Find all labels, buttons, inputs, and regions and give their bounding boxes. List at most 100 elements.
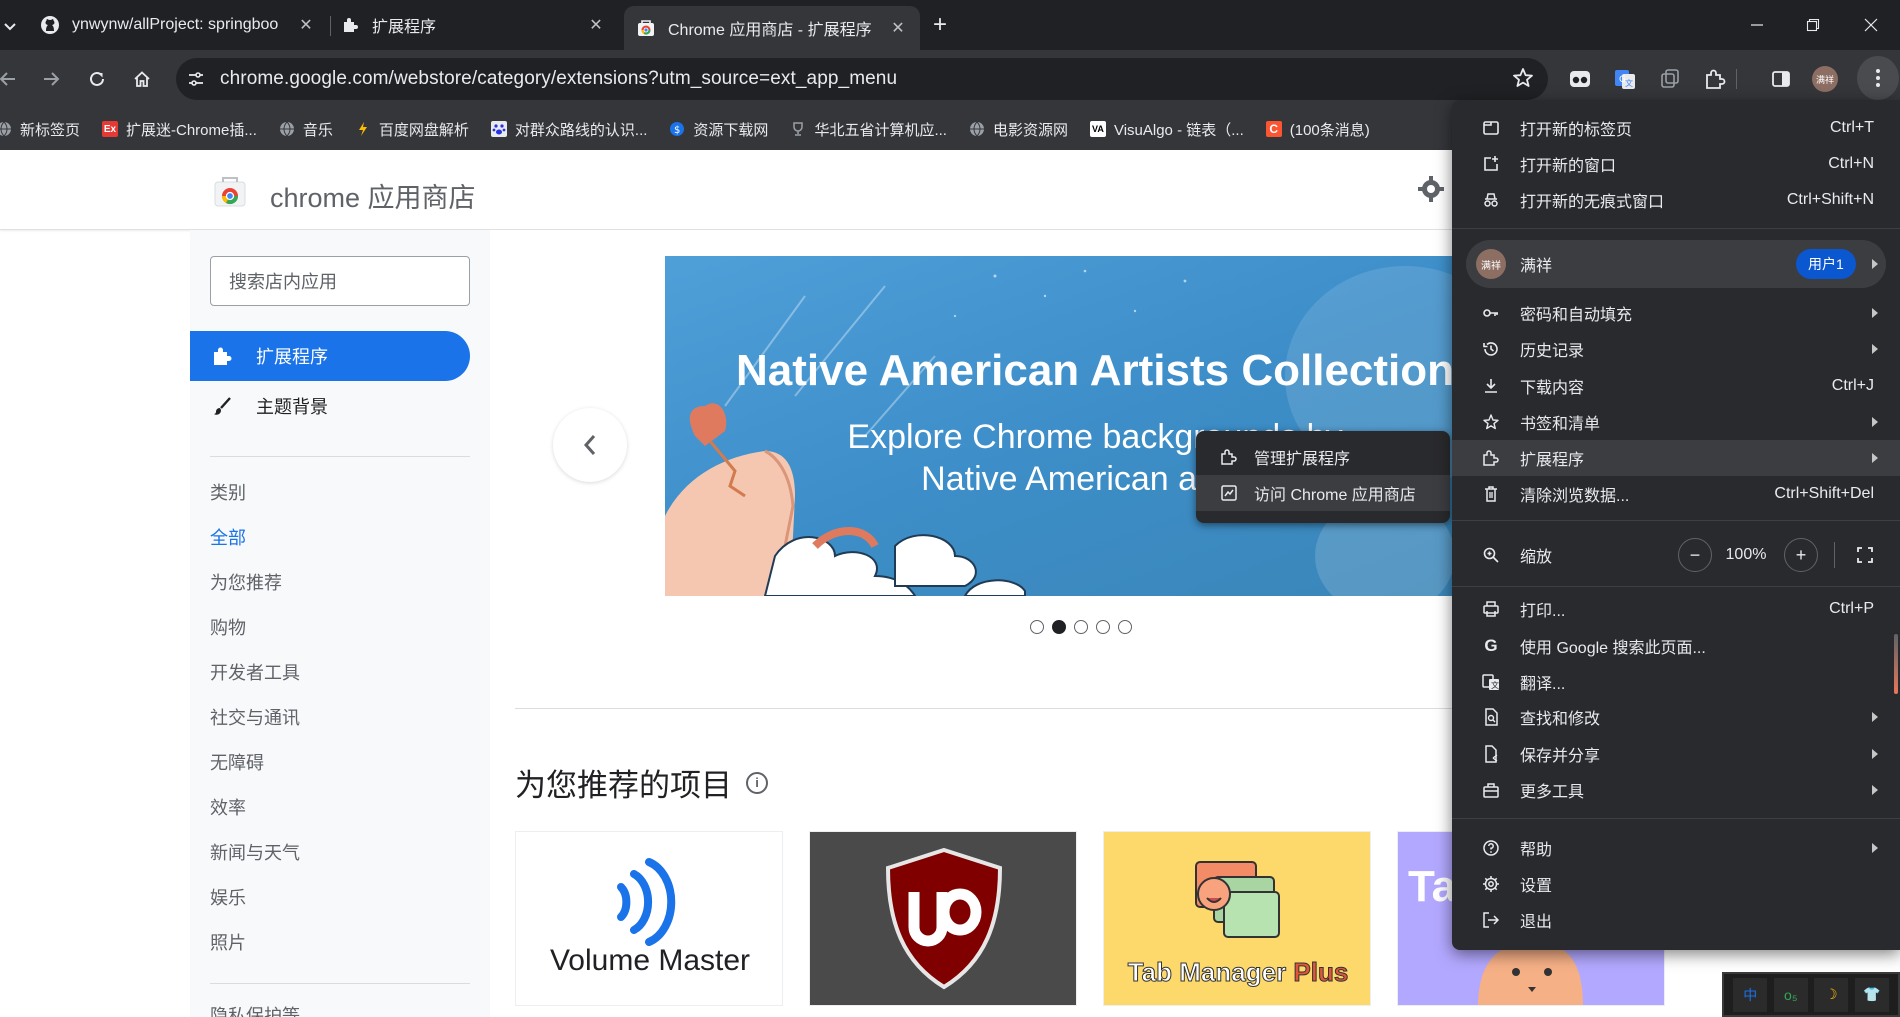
bookmark-star-icon[interactable] [1512,67,1534,94]
manage-extensions-item[interactable]: 管理扩展程序 [1196,439,1450,475]
bookmark-item[interactable]: 音乐 [279,119,333,140]
menu-new-window[interactable]: 打开新的窗口 Ctrl+N [1452,146,1900,182]
fullscreen-button[interactable] [1848,538,1882,572]
visit-webstore-item[interactable]: 访问 Chrome 应用商店 [1196,475,1450,511]
ime-mode-button[interactable]: 中 [1733,977,1768,1012]
minimize-button[interactable] [1728,0,1786,50]
site-info-icon[interactable] [180,63,212,95]
home-button[interactable] [126,63,158,95]
category-productivity[interactable]: 效率 [210,794,246,820]
extension-glasses-icon[interactable] [1565,64,1595,94]
store-search-input[interactable]: 搜索店内应用 [210,256,470,306]
info-icon[interactable]: i [746,771,768,794]
tab-chrome-webstore[interactable]: Chrome 应用商店 - 扩展程序 ✕ [624,6,920,50]
ime-moon-button[interactable]: ☽ [1814,977,1849,1012]
bookmark-item[interactable]: 电影资源网 [969,119,1068,140]
menu-extensions[interactable]: 扩展程序 [1452,440,1900,476]
chevron-right-icon [1872,417,1878,427]
bookmark-item[interactable]: $ 资源下载网 [669,119,768,140]
category-more[interactable]: 隐私保护等 [210,1002,300,1017]
arrow-left-icon [0,72,15,86]
bookmark-item[interactable]: VA VisuAlgo - 链表（... [1089,119,1244,140]
bookmark-item[interactable]: 百度网盘解析 [355,119,469,140]
zoom-out-button[interactable]: − [1678,538,1712,572]
menu-exit[interactable]: 退出 [1452,902,1900,938]
google-translate-icon[interactable]: G文 [1610,64,1640,94]
tab-github[interactable]: ynwynw/allProject: springboo ✕ [28,6,328,44]
menu-clear-data[interactable]: 清除浏览数据... Ctrl+Shift+Del [1452,476,1900,512]
category-developer-tools[interactable]: 开发者工具 [210,659,300,685]
menu-history[interactable]: 历史记录 [1452,331,1900,367]
bookmark-item[interactable]: 对群众路线的认识... [490,119,647,140]
featured-banner[interactable]: Native American Artists Collection Explo… [665,256,1455,596]
extension-card-tab-manager-plus[interactable]: Tab Manager Plus [1103,831,1371,1006]
forward-button[interactable] [35,63,67,95]
menu-translate[interactable]: 文 翻译... [1452,664,1900,700]
tab-search-button[interactable] [0,10,26,42]
close-icon[interactable]: ✕ [586,15,606,35]
url-text[interactable]: chrome.google.com/webstore/category/exte… [220,68,897,90]
carousel-dot[interactable] [1030,620,1044,634]
address-bar[interactable]: chrome.google.com/webstore/category/exte… [176,58,1548,100]
menu-settings[interactable]: 设置 [1452,866,1900,902]
menu-downloads[interactable]: 下载内容 Ctrl+J [1452,368,1900,404]
carousel-prev-button[interactable] [553,408,627,482]
category-entertainment[interactable]: 娱乐 [210,884,246,910]
carousel-dot[interactable] [1074,620,1088,634]
menu-profile-row[interactable]: 满祥 满祥 用户1 [1466,240,1886,288]
category-recommended[interactable]: 为您推荐 [210,569,282,595]
carousel-dot[interactable] [1096,620,1110,634]
bookmark-item[interactable]: 华北五省计算机应... [790,119,947,140]
carousel-dot[interactable] [1118,620,1132,634]
zoom-in-button[interactable]: + [1784,538,1818,572]
chevron-right-icon [1872,749,1878,759]
extension-card-volume-master[interactable]: Volume Master [515,831,783,1006]
sidebar-item-extensions[interactable]: 扩展程序 [190,331,470,381]
category-shopping[interactable]: 购物 [210,614,246,640]
carousel-dot-active[interactable] [1052,620,1066,634]
gear-icon[interactable] [1416,174,1446,209]
fullscreen-icon [1857,547,1873,563]
category-social[interactable]: 社交与通讯 [210,704,300,730]
webstore-logo-icon[interactable] [213,174,247,208]
close-window-button[interactable] [1842,0,1900,50]
tab-extensions[interactable]: 扩展程序 ✕ [328,6,618,44]
ime-skin-button[interactable]: 👕 [1854,977,1889,1012]
bookmark-item[interactable]: Ex 扩展迷-Chrome插... [102,119,257,140]
restore-icon [1806,18,1820,32]
category-photos[interactable]: 照片 [210,929,246,955]
menu-new-tab[interactable]: 打开新的标签页 Ctrl+T [1452,110,1900,146]
store-title[interactable]: chrome 应用商店 [270,176,476,215]
menu-find-edit[interactable]: 查找和修改 [1452,699,1900,735]
menu-print[interactable]: 打印... Ctrl+P [1452,591,1900,627]
category-accessibility[interactable]: 无障碍 [210,749,264,775]
menu-passwords[interactable]: 密码和自动填充 [1452,295,1900,331]
close-icon[interactable]: ✕ [888,18,908,38]
menu-item-label: 打开新的窗口 [1520,158,1617,175]
puzzle-icon [1220,448,1238,466]
menu-more-tools[interactable]: 更多工具 [1452,772,1900,808]
menu-google-search[interactable]: G 使用 Google 搜索此页面... [1452,628,1900,664]
side-panel-icon[interactable] [1766,64,1796,94]
menu-scrollbar[interactable] [1894,634,1898,694]
bookmark-item[interactable]: C (100条消息) [1265,119,1370,140]
menu-help[interactable]: 帮助 [1452,830,1900,866]
category-news-weather[interactable]: 新闻与天气 [210,839,300,865]
reload-button[interactable] [81,63,113,95]
profile-avatar[interactable]: 满祥 [1810,64,1840,94]
close-icon[interactable]: ✕ [296,15,316,35]
sidebar-item-themes[interactable]: 主题背景 [190,381,470,431]
copy-extension-icon[interactable] [1655,64,1685,94]
back-button[interactable] [0,63,24,95]
new-tab-button[interactable]: + [926,11,954,39]
menu-save-share[interactable]: 保存并分享 [1452,736,1900,772]
extension-card-ublock-origin[interactable] [809,831,1077,1006]
category-all[interactable]: 全部 [210,524,246,550]
bookmark-item[interactable]: 新标签页 [0,119,80,140]
menu-bookmarks[interactable]: 书签和清单 [1452,404,1900,440]
restore-button[interactable] [1784,0,1842,50]
menu-new-incognito[interactable]: 打开新的无痕式窗口 Ctrl+Shift+N [1452,182,1900,218]
ime-punct-button[interactable]: o₅ [1773,977,1808,1012]
extensions-puzzle-icon[interactable] [1700,64,1730,94]
chrome-menu-button[interactable] [1857,56,1899,100]
